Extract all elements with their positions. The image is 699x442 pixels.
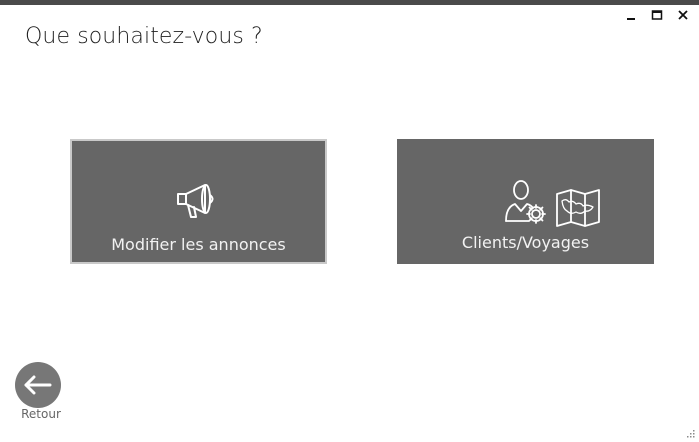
close-button[interactable]	[675, 7, 691, 23]
minimize-icon	[627, 18, 635, 20]
tile-label: Modifier les annonces	[111, 235, 286, 254]
back-button[interactable]	[15, 362, 61, 408]
minimize-button[interactable]	[623, 7, 639, 23]
arrow-left-icon	[24, 375, 52, 395]
user-settings-map-icon	[505, 180, 600, 227]
maximize-button[interactable]	[649, 7, 665, 23]
tile-modifier-annonces[interactable]: Modifier les annonces	[70, 139, 327, 264]
megaphone-icon	[177, 184, 214, 218]
tile-label: Clients/Voyages	[461, 233, 590, 252]
page-title: Que souhaitez-vous ?	[25, 24, 263, 49]
back-label: Retour	[21, 407, 61, 421]
maximize-icon	[651, 10, 663, 20]
close-icon	[678, 10, 688, 20]
window-controls	[623, 7, 691, 23]
tile-clients-voyages[interactable]: Clients/Voyages	[397, 139, 654, 264]
resize-grip-icon[interactable]	[685, 428, 695, 438]
window-top-border	[0, 0, 699, 5]
